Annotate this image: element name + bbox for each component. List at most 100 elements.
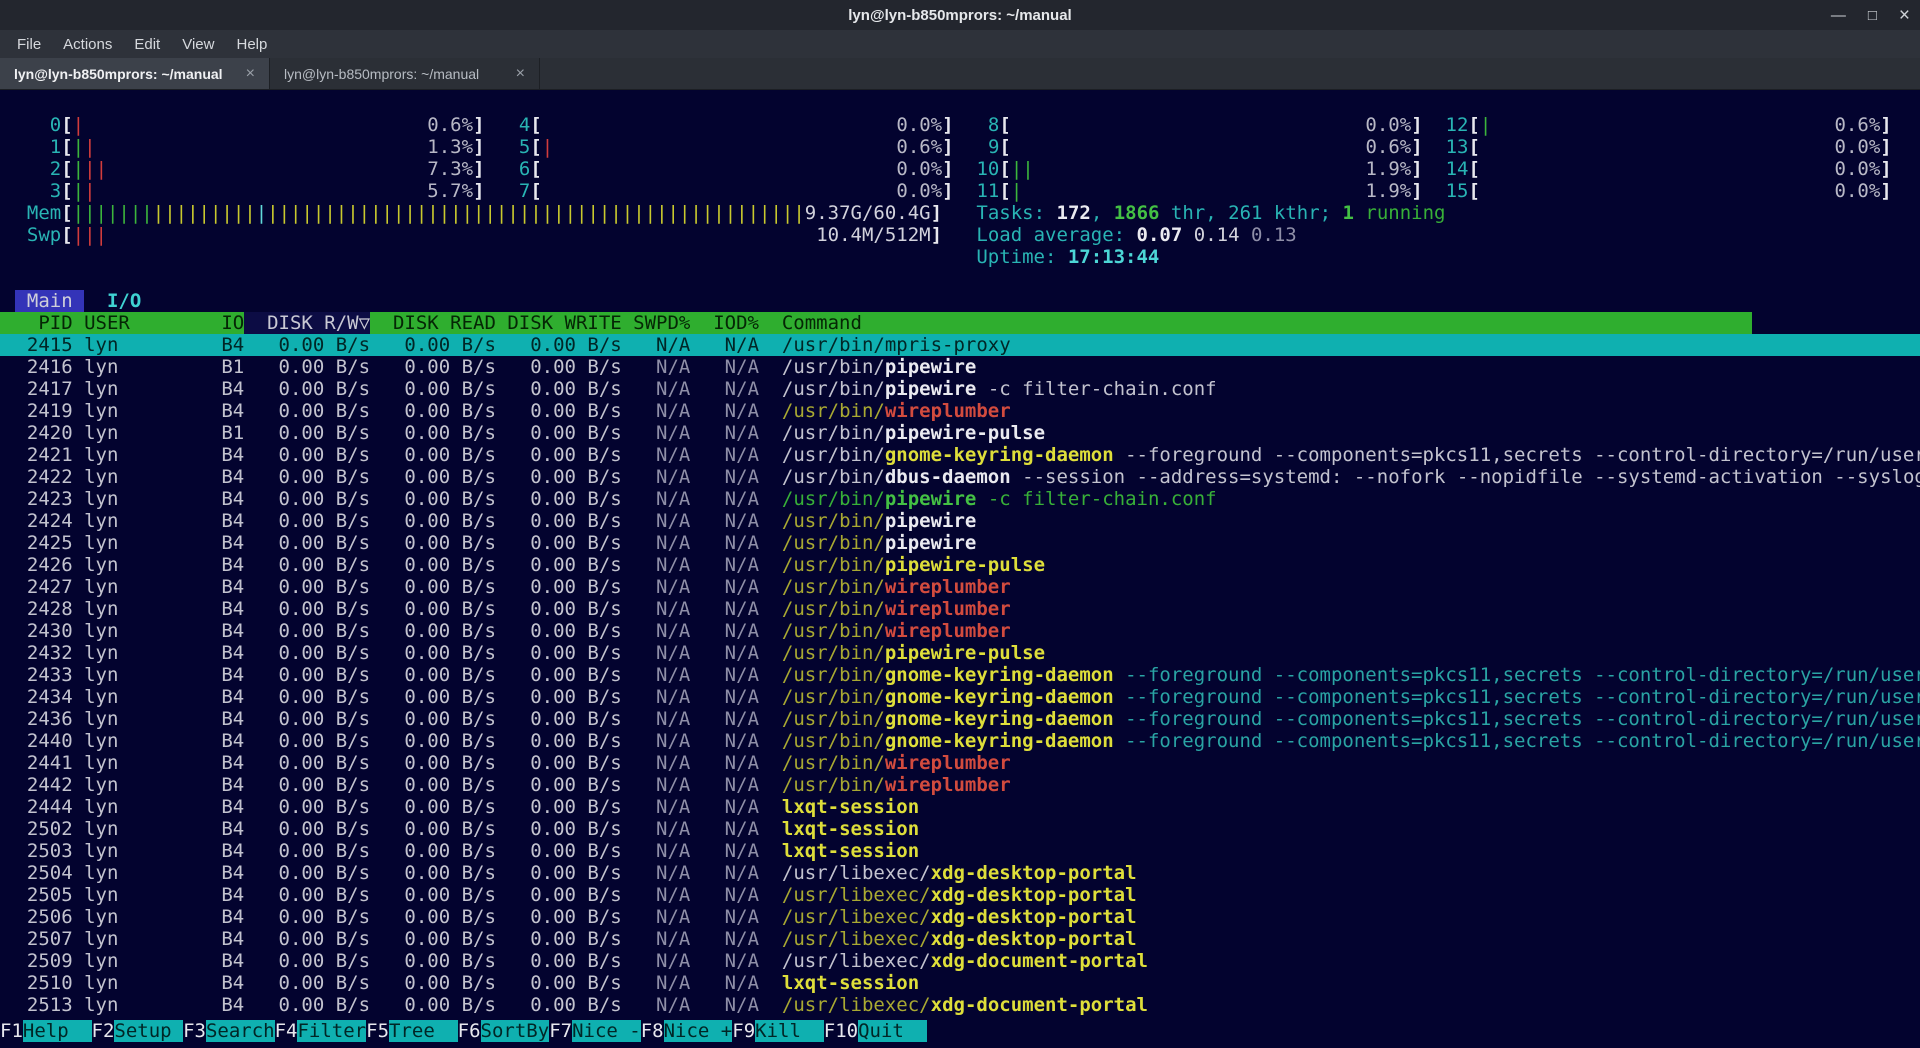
close-button[interactable]: ×	[1899, 6, 1910, 25]
cpu-meter-3: 3[|| 5.7%]	[27, 180, 485, 202]
menu-actions[interactable]: Actions	[52, 36, 123, 53]
htop-function-bar: F1Help F2Setup F3SearchF4FilterF5Tree F6…	[0, 1020, 1920, 1042]
fn-help[interactable]: Help	[23, 1020, 92, 1042]
terminal-tab-bar: lyn@lyn-b850mprors: ~/manual × lyn@lyn-b…	[0, 58, 1920, 90]
memory-meter: Mem[||||||||||||||||||||||||||||||||||||…	[0, 202, 1920, 224]
process-row[interactable]: 2425 lyn B4 0.00 B/s 0.00 B/s 0.00 B/s N…	[0, 532, 1920, 554]
process-row[interactable]: 2434 lyn B4 0.00 B/s 0.00 B/s 0.00 B/s N…	[0, 686, 1920, 708]
window-titlebar: lyn@lyn-b850mprors: ~/manual — □ ×	[0, 0, 1920, 30]
cpu-meter-6: 6[ 0.0%]	[496, 158, 954, 180]
fn-key: F1	[0, 1020, 23, 1042]
cpu-meters-row: 0[| 0.6%] 4[ 0.0%] 8[ 0.0%] 12[| 0.6%]	[0, 114, 1920, 136]
fn-key: F3	[183, 1020, 206, 1042]
blank-row	[0, 268, 1920, 290]
cpu-meter-13: 13[ 0.0%]	[1434, 136, 1892, 158]
screen-tab-main[interactable]: Main	[15, 290, 84, 312]
fn-setup[interactable]: Setup	[114, 1020, 183, 1042]
cpu-meter-1: 1[|| 1.3%]	[27, 136, 485, 158]
swap-meter: Swp[||| 10.4M/512M] Load average: 0.07 0…	[0, 224, 1920, 246]
fn-key: F10	[824, 1020, 858, 1042]
tab-title: lyn@lyn-b850mprors: ~/manual	[284, 66, 479, 82]
fn-key: F4	[275, 1020, 298, 1042]
process-row[interactable]: 2506 lyn B4 0.00 B/s 0.00 B/s 0.00 B/s N…	[0, 906, 1920, 928]
process-row[interactable]: 2430 lyn B4 0.00 B/s 0.00 B/s 0.00 B/s N…	[0, 620, 1920, 642]
process-row[interactable]: 2416 lyn B1 0.00 B/s 0.00 B/s 0.00 B/s N…	[0, 356, 1920, 378]
process-row[interactable]: 2419 lyn B4 0.00 B/s 0.00 B/s 0.00 B/s N…	[0, 400, 1920, 422]
cpu-meter-14: 14[ 0.0%]	[1434, 158, 1892, 180]
tab-title: lyn@lyn-b850mprors: ~/manual	[14, 66, 223, 82]
fn-nice[interactable]: Nice +	[664, 1020, 733, 1042]
cpu-meter-12: 12[| 0.6%]	[1434, 114, 1892, 136]
fn-quit[interactable]: Quit	[858, 1020, 927, 1042]
process-row[interactable]: 2505 lyn B4 0.00 B/s 0.00 B/s 0.00 B/s N…	[0, 884, 1920, 906]
cpu-meter-7: 7[ 0.0%]	[496, 180, 954, 202]
fn-kill[interactable]: Kill	[755, 1020, 824, 1042]
process-row[interactable]: 2433 lyn B4 0.00 B/s 0.00 B/s 0.00 B/s N…	[0, 664, 1920, 686]
htop-screen: 0[| 0.6%] 4[ 0.0%] 8[ 0.0%] 12[| 0.6%] 1…	[0, 114, 1920, 1016]
cpu-meter-10: 10[|| 1.9%]	[965, 158, 1423, 180]
fn-key: F8	[641, 1020, 664, 1042]
tab-close-icon[interactable]: ×	[516, 65, 525, 83]
process-row[interactable]: 2510 lyn B4 0.00 B/s 0.00 B/s 0.00 B/s N…	[0, 972, 1920, 994]
column-header-row[interactable]: PID USER IO DISK R/W▽ DISK READ DISK WRI…	[0, 312, 1752, 334]
fn-key: F9	[732, 1020, 755, 1042]
process-row[interactable]: 2421 lyn B4 0.00 B/s 0.00 B/s 0.00 B/s N…	[0, 444, 1920, 466]
cpu-meter-2: 2[||| 7.3%]	[27, 158, 485, 180]
process-row[interactable]: 2502 lyn B4 0.00 B/s 0.00 B/s 0.00 B/s N…	[0, 818, 1920, 840]
terminal-tab-active[interactable]: lyn@lyn-b850mprors: ~/manual ×	[0, 58, 270, 89]
sort-column-header[interactable]: DISK R/W▽	[244, 312, 370, 334]
window-title: lyn@lyn-b850mprors: ~/manual	[848, 7, 1071, 24]
tab-close-icon[interactable]: ×	[246, 65, 255, 83]
process-row[interactable]: 2422 lyn B4 0.00 B/s 0.00 B/s 0.00 B/s N…	[0, 466, 1920, 488]
process-row[interactable]: 2507 lyn B4 0.00 B/s 0.00 B/s 0.00 B/s N…	[0, 928, 1920, 950]
process-row[interactable]: 2503 lyn B4 0.00 B/s 0.00 B/s 0.00 B/s N…	[0, 840, 1920, 862]
process-row[interactable]: 2440 lyn B4 0.00 B/s 0.00 B/s 0.00 B/s N…	[0, 730, 1920, 752]
cpu-meter-15: 15[ 0.0%]	[1434, 180, 1892, 202]
terminal-window: lyn@lyn-b850mprors: ~/manual — □ × File …	[0, 0, 1920, 1048]
fn-filter[interactable]: Filter	[297, 1020, 366, 1042]
menu-file[interactable]: File	[6, 36, 52, 53]
process-row[interactable]: 2436 lyn B4 0.00 B/s 0.00 B/s 0.00 B/s N…	[0, 708, 1920, 730]
process-row[interactable]: 2432 lyn B4 0.00 B/s 0.00 B/s 0.00 B/s N…	[0, 642, 1920, 664]
process-row[interactable]: 2420 lyn B1 0.00 B/s 0.00 B/s 0.00 B/s N…	[0, 422, 1920, 444]
process-row[interactable]: 2427 lyn B4 0.00 B/s 0.00 B/s 0.00 B/s N…	[0, 576, 1920, 598]
screen-tabs-row: Main I/O	[0, 290, 1920, 312]
process-row[interactable]: 2417 lyn B4 0.00 B/s 0.00 B/s 0.00 B/s N…	[0, 378, 1920, 400]
terminal-viewport[interactable]: 0[| 0.6%] 4[ 0.0%] 8[ 0.0%] 12[| 0.6%] 1…	[0, 90, 1920, 1048]
process-row[interactable]: 2509 lyn B4 0.00 B/s 0.00 B/s 0.00 B/s N…	[0, 950, 1920, 972]
menu-view[interactable]: View	[171, 36, 225, 53]
cpu-meter-8: 8[ 0.0%]	[965, 114, 1423, 136]
process-row[interactable]: 2423 lyn B4 0.00 B/s 0.00 B/s 0.00 B/s N…	[0, 488, 1920, 510]
cpu-meters-row: 1[|| 1.3%] 5[| 0.6%] 9[ 0.6%] 13[ 0.0%]	[0, 136, 1920, 158]
cpu-meter-9: 9[ 0.6%]	[965, 136, 1423, 158]
fn-nice[interactable]: Nice -	[572, 1020, 641, 1042]
menu-edit[interactable]: Edit	[123, 36, 171, 53]
process-row[interactable]: 2504 lyn B4 0.00 B/s 0.00 B/s 0.00 B/s N…	[0, 862, 1920, 884]
process-row[interactable]: 2426 lyn B4 0.00 B/s 0.00 B/s 0.00 B/s N…	[0, 554, 1920, 576]
cpu-meter-11: 11[| 1.9%]	[965, 180, 1423, 202]
fn-search[interactable]: Search	[206, 1020, 275, 1042]
cpu-meters-row: 2[||| 7.3%] 6[ 0.0%] 10[|| 1.9%] 14[ 0.0…	[0, 158, 1920, 180]
process-row[interactable]: 2441 lyn B4 0.00 B/s 0.00 B/s 0.00 B/s N…	[0, 752, 1920, 774]
maximize-button[interactable]: □	[1868, 8, 1877, 23]
fn-key: F6	[458, 1020, 481, 1042]
process-row[interactable]: 2424 lyn B4 0.00 B/s 0.00 B/s 0.00 B/s N…	[0, 510, 1920, 532]
process-row[interactable]: 2513 lyn B4 0.00 B/s 0.00 B/s 0.00 B/s N…	[0, 994, 1920, 1016]
minimize-button[interactable]: —	[1831, 8, 1846, 23]
process-row[interactable]: 2444 lyn B4 0.00 B/s 0.00 B/s 0.00 B/s N…	[0, 796, 1920, 818]
cpu-meter-4: 4[ 0.0%]	[496, 114, 954, 136]
screen-tab-io[interactable]: I/O	[96, 290, 153, 312]
menu-help[interactable]: Help	[225, 36, 278, 53]
cpu-meter-5: 5[| 0.6%]	[496, 136, 954, 158]
cpu-meter-0: 0[| 0.6%]	[27, 114, 485, 136]
fn-key: F5	[366, 1020, 389, 1042]
process-row-selected[interactable]: 2415 lyn B4 0.00 B/s 0.00 B/s 0.00 B/s N…	[0, 334, 1920, 356]
terminal-tab-inactive[interactable]: lyn@lyn-b850mprors: ~/manual ×	[270, 58, 540, 89]
fn-tree[interactable]: Tree	[389, 1020, 458, 1042]
fn-key: F2	[92, 1020, 115, 1042]
fn-sortby[interactable]: SortBy	[481, 1020, 550, 1042]
uptime-row: Uptime: 17:13:44	[0, 246, 1920, 268]
process-row[interactable]: 2442 lyn B4 0.00 B/s 0.00 B/s 0.00 B/s N…	[0, 774, 1920, 796]
process-row[interactable]: 2428 lyn B4 0.00 B/s 0.00 B/s 0.00 B/s N…	[0, 598, 1920, 620]
cpu-meters-row: 3[|| 5.7%] 7[ 0.0%] 11[| 1.9%] 15[ 0.0%]	[0, 180, 1920, 202]
